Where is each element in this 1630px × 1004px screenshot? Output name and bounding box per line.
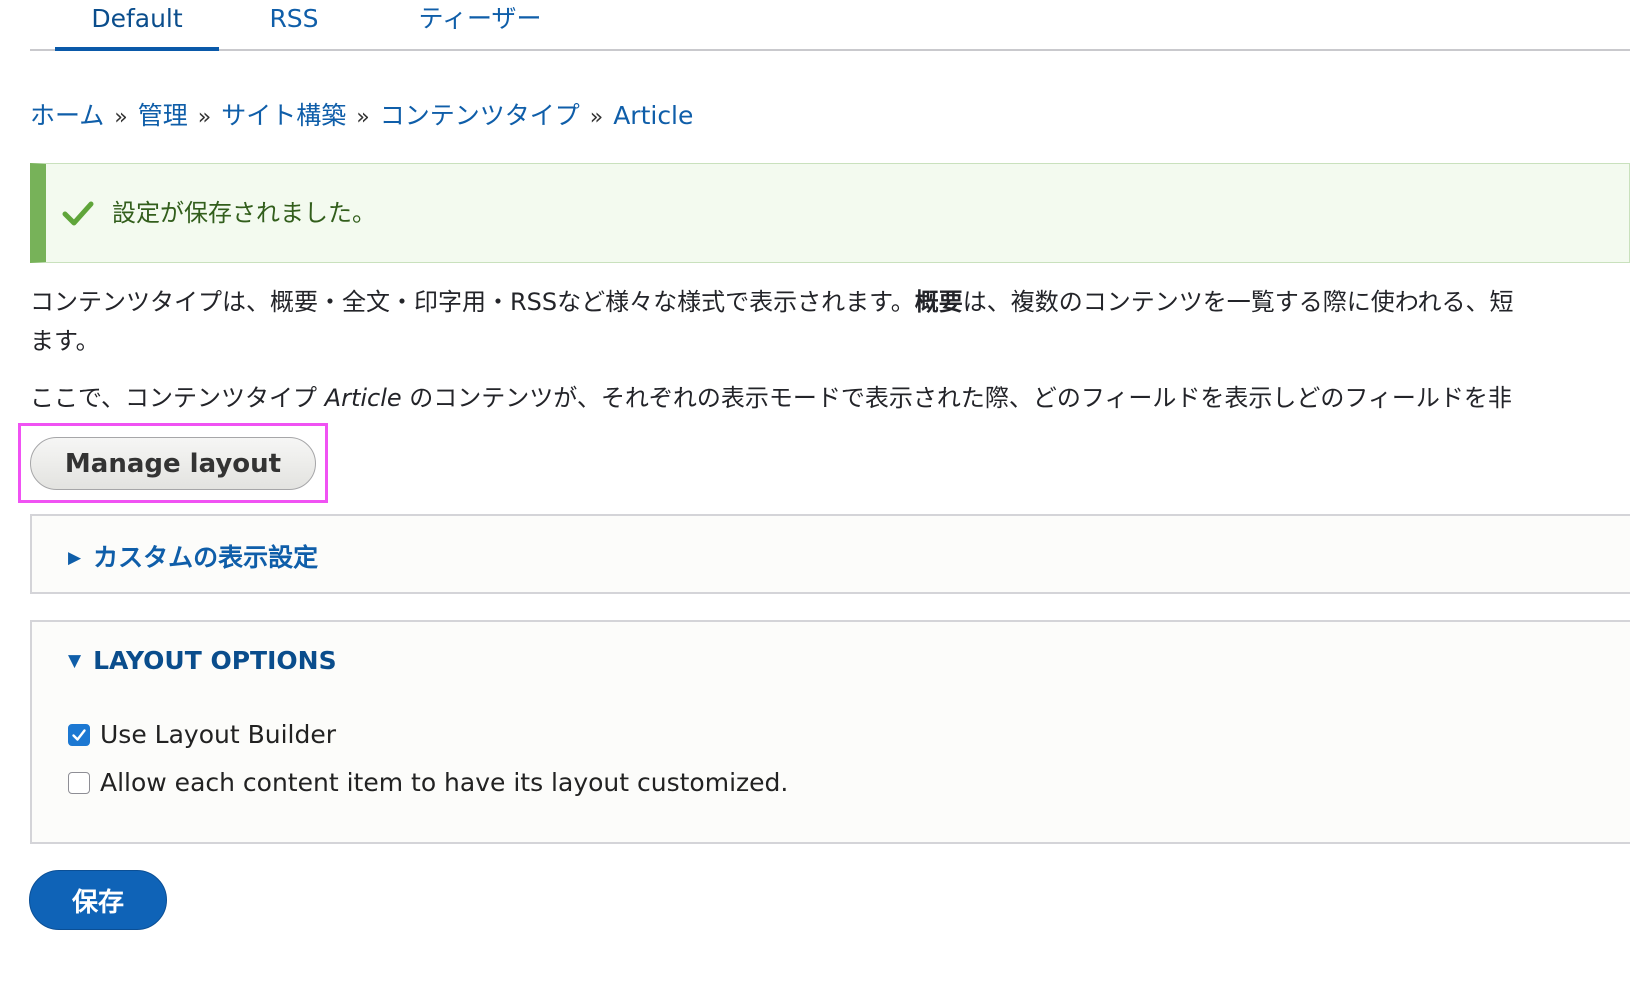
tab-default[interactable]: Default — [55, 0, 219, 51]
layout-options-label: LAYOUT OPTIONS — [93, 646, 337, 675]
breadcrumb-separator: » — [356, 105, 370, 130]
allow-custom-layout-label: Allow each content item to have its layo… — [100, 768, 789, 797]
layout-options-summary[interactable]: ▼ LAYOUT OPTIONS — [68, 646, 337, 675]
checkmark-icon — [72, 728, 86, 741]
description-bold-term: 概要 — [914, 288, 963, 316]
save-button[interactable]: 保存 — [29, 870, 167, 930]
breadcrumb-separator: » — [114, 105, 128, 130]
breadcrumb-admin[interactable]: 管理 — [138, 101, 188, 130]
use-layout-builder-option[interactable]: Use Layout Builder — [68, 720, 336, 749]
breadcrumb-separator: » — [589, 105, 604, 130]
triangle-down-icon: ▼ — [68, 651, 82, 671]
use-layout-builder-label: Use Layout Builder — [100, 720, 336, 749]
triangle-right-icon: ▶ — [68, 548, 82, 568]
display-mode-tabs: Default RSS ティーザー — [30, 0, 1630, 51]
breadcrumb: ホーム » 管理 » サイト構築 » コンテンツタイプ » Article — [30, 96, 693, 138]
layout-options-panel: ▼ LAYOUT OPTIONS Use Layout Builder Allow… — [30, 620, 1630, 844]
breadcrumb-article[interactable]: Article — [613, 101, 693, 130]
status-message: 設定が保存されました。 — [30, 163, 1630, 263]
description-line-3: ここで、コンテンツタイプ Article のコンテンツが、それぞれの表示モードで… — [30, 378, 1512, 418]
custom-display-settings-summary[interactable]: ▶ カスタムの表示設定 — [68, 538, 318, 574]
status-message-text: 設定が保存されました。 — [112, 199, 376, 227]
tab-teaser[interactable]: ティーザー — [410, 0, 550, 49]
use-layout-builder-checkbox[interactable] — [68, 723, 90, 746]
breadcrumb-home[interactable]: ホーム — [30, 101, 104, 130]
content-type-name: Article — [324, 384, 402, 412]
breadcrumb-structure[interactable]: サイト構築 — [221, 101, 346, 130]
custom-display-settings-panel: ▶ カスタムの表示設定 — [30, 514, 1630, 594]
description-text: は、複数のコンテンツを一覧する際に使われる、短 — [962, 288, 1514, 316]
description-text: のコンテンツが、それぞれの表示モードで表示された際、どのフィールドを表示しどのフ… — [401, 384, 1512, 412]
breadcrumb-content-types[interactable]: コンテンツタイプ — [380, 101, 580, 130]
breadcrumb-separator: » — [197, 105, 212, 130]
allow-custom-layout-option[interactable]: Allow each content item to have its layo… — [68, 768, 788, 797]
manage-layout-button[interactable]: Manage layout — [30, 437, 316, 490]
check-icon — [62, 201, 94, 226]
allow-custom-layout-checkbox[interactable] — [68, 771, 90, 794]
tab-rss[interactable]: RSS — [252, 0, 336, 49]
description-text: ここで、コンテンツタイプ — [30, 384, 325, 412]
description-line-2: ます。 — [30, 327, 100, 355]
custom-display-settings-label: カスタムの表示設定 — [93, 543, 319, 572]
description-line-1: コンテンツタイプは、概要・全文・印字用・RSSなど様々な様式で表示されます。概要… — [30, 282, 1514, 322]
description-text: コンテンツタイプは、概要・全文・印字用・RSSなど様々な様式で表示されます。 — [30, 288, 915, 316]
